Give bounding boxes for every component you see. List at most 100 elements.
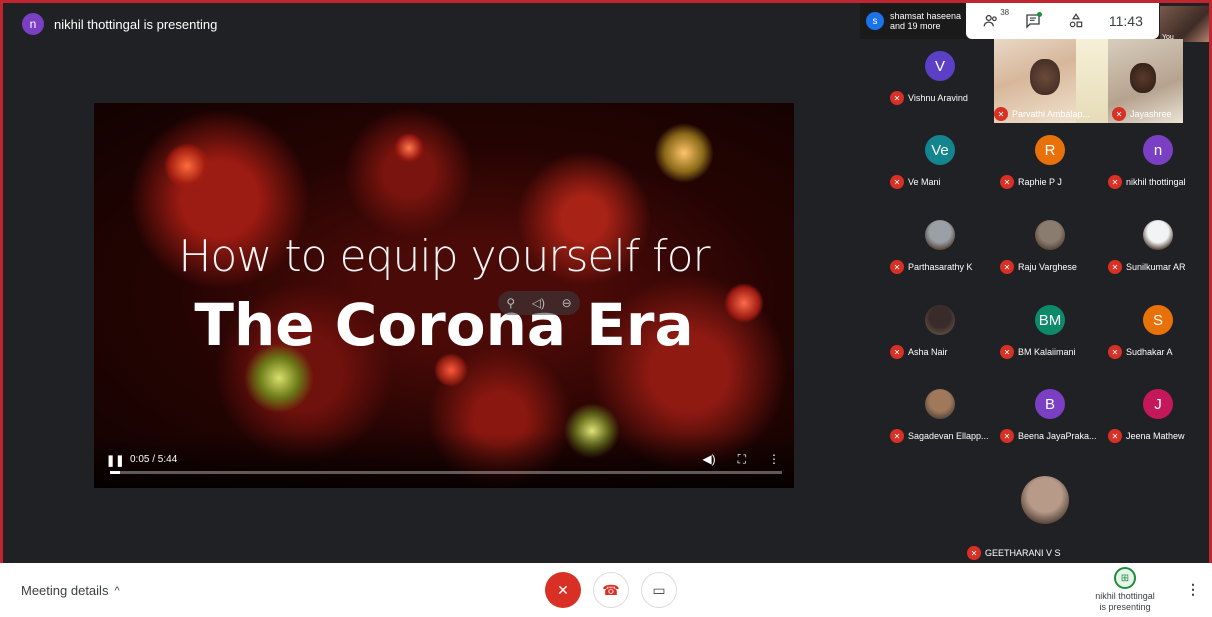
presentation-status[interactable]: ⊞ nikhil thottingal is presenting — [1090, 567, 1160, 613]
more-options-icon[interactable]: ⋮ — [768, 452, 780, 467]
participant-name-tag: ✕ Parthasarathy K — [890, 260, 973, 274]
participant-tile[interactable]: S ✕ Sudhakar A — [1104, 293, 1209, 377]
camera-toggle-button[interactable]: ▭ — [641, 572, 677, 608]
mic-off-icon: ✕ — [890, 260, 904, 274]
video-tile-parvathi[interactable]: ✕ Parvathi Ambalap... — [990, 39, 1108, 123]
chevron-up-icon: ^ — [114, 584, 120, 597]
participant-name: BM Kalaiimani — [1018, 347, 1076, 357]
pause-icon[interactable]: ❚❚ — [106, 454, 124, 467]
mic-off-icon: ✕ — [1000, 260, 1014, 274]
mic-off-icon: ✕ — [967, 546, 981, 560]
slide-title-line1: How to equip yourself for — [178, 231, 710, 282]
participant-name: Beena JayaPraka... — [1018, 431, 1097, 441]
participant-avatar: S — [1143, 305, 1173, 335]
participant-name: Parthasarathy K — [908, 262, 973, 272]
participant-photo — [1143, 220, 1173, 250]
participant-tile[interactable]: B ✕ Beena JayaPraka... — [996, 377, 1104, 461]
meeting-details-button[interactable]: Meeting details ^ — [21, 583, 120, 598]
bottom-bar: Meeting details ^ ✕ ☎ ▭ ⊞ nikhil thottin… — [0, 563, 1212, 617]
participant-tile[interactable]: ✕ Raju Varghese — [996, 208, 1104, 292]
fullscreen-icon[interactable]: ⛶ — [738, 452, 746, 467]
participant-name: Jeena Mathew — [1126, 431, 1185, 441]
participant-avatar: V — [925, 51, 955, 81]
participant-tile[interactable]: V ✕ Vishnu Aravind — [886, 39, 994, 123]
remove-icon[interactable]: ⊖ — [562, 296, 572, 310]
mic-toggle-button[interactable]: ✕ — [545, 572, 581, 608]
participant-tile[interactable]: Ve ✕ Ve Mani — [886, 123, 994, 207]
participant-name-tag: ✕ Sagadevan Ellapp... — [890, 429, 989, 443]
hang-up-icon: ☎ — [602, 581, 620, 598]
participant-photo — [925, 305, 955, 335]
participant-name-tag: ✕ nikhil thottingal — [1108, 175, 1186, 189]
participant-photo — [1035, 220, 1065, 250]
participant-photo — [1021, 476, 1069, 524]
volume-button-icon[interactable]: ◀) — [702, 452, 715, 467]
pinned-name: shamsat haseena — [890, 11, 962, 21]
participant-avatar: BM — [1035, 305, 1065, 335]
participant-avatar: Ve — [925, 135, 955, 165]
call-controls: ✕ ☎ ▭ — [545, 572, 677, 608]
participant-avatar: B — [1035, 389, 1065, 419]
participant-tile[interactable]: J ✕ Jeena Mathew — [1104, 377, 1209, 461]
people-icon — [983, 14, 997, 27]
participant-tile[interactable]: n ✕ nikhil thottingal — [1104, 123, 1209, 207]
participant-name: Ve Mani — [908, 177, 941, 187]
mic-off-icon: ✕ — [890, 175, 904, 189]
presenter-banner-text: nikhil thottingal is presenting — [54, 16, 218, 32]
chat-button[interactable] — [1024, 12, 1043, 30]
activities-button[interactable] — [1067, 12, 1085, 30]
participant-photo — [925, 220, 955, 250]
mic-off-icon: ✕ — [1108, 175, 1122, 189]
present-screen-icon: ⊞ — [1114, 567, 1136, 589]
participant-avatar: n — [1143, 135, 1173, 165]
participant-name: Vishnu Aravind — [908, 93, 968, 103]
pinned-label: shamsat haseena and 19 more — [890, 11, 961, 31]
participant-photo — [925, 389, 955, 419]
presenter-avatar: n — [22, 13, 44, 35]
participant-name-tag: ✕ BM Kalaiimani — [1000, 345, 1076, 359]
participant-name: Asha Nair — [908, 347, 948, 357]
presenter-name: nikhil thottingal — [1095, 591, 1155, 601]
virus-graphic — [394, 133, 424, 163]
participant-tile[interactable]: ✕ Sunilkumar AR — [1104, 208, 1209, 292]
more-options-button[interactable]: ⋮ — [1186, 581, 1200, 598]
mic-off-icon: ✕ — [1108, 260, 1122, 274]
people-button[interactable]: 38 — [982, 8, 1009, 30]
participant-face — [1130, 63, 1156, 93]
participant-tile[interactable]: ✕ Asha Nair — [886, 293, 994, 377]
clock: 11:43 — [1108, 13, 1143, 29]
participant-tile[interactable]: ✕ Parthasarathy K — [886, 208, 994, 292]
pinned-participant-chip[interactable]: s shamsat haseena and 19 more — [860, 3, 968, 39]
participant-tile[interactable]: ✕ Sagadevan Ellapp... — [886, 377, 994, 461]
participant-tile[interactable]: ✕ GEETHARANI V S — [963, 462, 1133, 563]
pin-icon[interactable]: ⚲ — [506, 296, 515, 310]
mic-off-icon: ✕ — [1112, 107, 1126, 121]
video-progress-bar[interactable] — [110, 471, 782, 474]
participant-tile[interactable]: BM ✕ BM Kalaiimani — [996, 293, 1104, 377]
video-tile-jayashree[interactable]: ✕ Jayashree — [1108, 39, 1183, 123]
participant-name-tag: ✕ Sudhakar A — [1108, 345, 1173, 359]
self-view-tile[interactable]: You — [1160, 6, 1209, 42]
presentation-status-text: nikhil thottingal is presenting — [1090, 591, 1160, 613]
participant-name: Parvathi Ambalap... — [1012, 109, 1091, 119]
participant-name-tag: ✕ Beena JayaPraka... — [1000, 429, 1097, 443]
participant-tile[interactable]: R ✕ Raphie P J — [996, 123, 1104, 207]
meeting-details-label: Meeting details — [21, 583, 109, 598]
participant-name-tag: ✕ Raphie P J — [1000, 175, 1062, 189]
participant-avatar: R — [1035, 135, 1065, 165]
participant-name-tag: ✕ Asha Nair — [890, 345, 948, 359]
mic-off-icon: ✕ — [890, 345, 904, 359]
participant-name: Raju Varghese — [1018, 262, 1077, 272]
participant-name-tag: ✕ Raju Varghese — [1000, 260, 1077, 274]
presentation-video[interactable]: How to equip yourself for The Corona Era… — [94, 103, 794, 488]
activities-icon — [1069, 13, 1082, 28]
mic-off-icon: ✕ — [1000, 175, 1014, 189]
mic-off-icon: ✕ — [994, 107, 1008, 121]
video-right-controls: ◀) ⛶ ⋮ — [702, 452, 780, 467]
volume-icon[interactable]: ◁) — [532, 296, 545, 310]
video-time: 0:05 / 5:44 — [130, 454, 178, 465]
participant-name-tag: ✕ Ve Mani — [890, 175, 941, 189]
mic-off-icon: ✕ — [890, 429, 904, 443]
leave-call-button[interactable]: ☎ — [593, 572, 629, 608]
participant-name: nikhil thottingal — [1126, 177, 1186, 187]
